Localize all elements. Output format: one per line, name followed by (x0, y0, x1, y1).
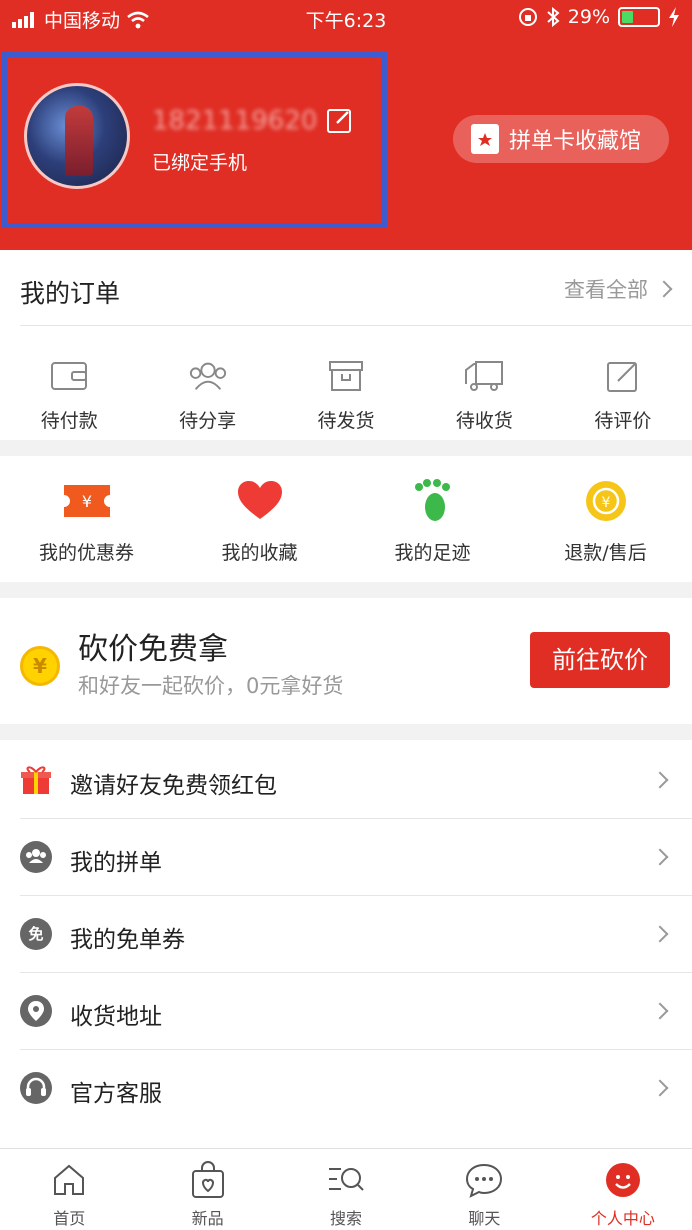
bargain-title: 砍价免费拿 (78, 632, 228, 667)
masked-phone: 1821119620 (152, 106, 318, 136)
battery-percent: 29% (567, 6, 610, 28)
chevron-right-icon (651, 771, 669, 789)
my-group-orders-item[interactable]: 我的拼单 (0, 819, 692, 896)
chevron-right-icon (651, 1079, 669, 1097)
battery-icon (618, 7, 660, 27)
orders-section: 我的订单 查看全部 待付款 待分享 待发货 待收货 待评价 (0, 250, 692, 440)
avatar[interactable] (24, 83, 130, 189)
heart-icon (237, 478, 283, 524)
svg-text:¥: ¥ (81, 492, 91, 511)
tab-search[interactable]: 搜索 (277, 1149, 415, 1230)
order-pending-review[interactable]: 待评价 (554, 340, 692, 440)
coin-icon: ¥ (20, 646, 60, 686)
user-center-icon (604, 1161, 642, 1199)
menu-item-label: 我的免单券 (70, 927, 185, 953)
charging-icon (669, 7, 679, 27)
edit-icon (603, 356, 643, 396)
edit-icon[interactable] (327, 109, 352, 133)
order-pending-receive[interactable]: 待收货 (415, 340, 553, 440)
phone-number: 1821119620 (152, 106, 352, 136)
bargain-subtitle: 和好友一起砍价，0元拿好货 (78, 674, 344, 698)
view-all-label: 查看全部 (564, 278, 648, 302)
my-footprints-shortcut[interactable]: 我的足迹 (346, 456, 519, 582)
group-order-icon (20, 841, 52, 873)
chevron-right-icon (651, 848, 669, 866)
tab-home[interactable]: 首页 (0, 1149, 138, 1230)
order-status-row: 待付款 待分享 待发货 待收货 待评价 (0, 340, 692, 440)
menu-item-label: 邀请好友免费领红包 (70, 773, 277, 799)
tab-label: 搜索 (330, 1209, 363, 1228)
menu-item-label: 官方客服 (70, 1081, 162, 1107)
tab-label: 首页 (53, 1209, 86, 1228)
orientation-lock-icon (518, 8, 537, 26)
menu-list: 邀请好友免费领红包 我的拼单 免 我的免单券 收货地址 官方客服 (0, 740, 692, 1148)
bargain-banner: ¥ 砍价免费拿 和好友一起砍价，0元拿好货 前往砍价 (0, 598, 692, 724)
customer-service-item[interactable]: 官方客服 (0, 1050, 692, 1127)
truck-icon (464, 356, 504, 396)
svg-text:¥: ¥ (601, 495, 610, 511)
footprint-icon (410, 478, 456, 524)
shipping-address-item[interactable]: 收货地址 (0, 973, 692, 1050)
tab-chat[interactable]: 聊天 (415, 1149, 553, 1230)
shortcut-label: 退款/售后 (564, 542, 647, 564)
order-pending-share[interactable]: 待分享 (138, 340, 276, 440)
order-status-label: 待发货 (317, 410, 375, 432)
order-status-label: 待收货 (455, 410, 513, 432)
order-status-label: 待付款 (40, 410, 98, 432)
chevron-right-icon (651, 1002, 669, 1020)
order-status-label: 待分享 (179, 410, 237, 432)
phone-bound-label: 已绑定手机 (152, 152, 248, 174)
tab-label: 个人中心 (590, 1209, 655, 1228)
go-bargain-button[interactable]: 前往砍价 (530, 632, 670, 688)
shortcut-label: 我的足迹 (394, 542, 471, 564)
refund-icon: ¥ (583, 478, 629, 524)
wallet-icon (49, 356, 89, 396)
free-coupon-icon: 免 (20, 918, 52, 950)
group-icon (188, 356, 228, 396)
my-favorites-shortcut[interactable]: 我的收藏 (173, 456, 346, 582)
bottom-tab-bar: 首页 新品 搜索 聊天 个人中心 (0, 1148, 692, 1230)
tab-label: 新品 (191, 1209, 224, 1228)
view-all-orders-link[interactable]: 查看全部 (564, 274, 673, 304)
orders-title: 我的订单 (20, 279, 121, 308)
profile-header: 中国移动 下午6:23 29% 1821119620 已绑定手机 拼单卡收藏馆 (0, 0, 692, 250)
order-pending-payment[interactable]: 待付款 (0, 340, 138, 440)
free-coupons-item[interactable]: 免 我的免单券 (0, 896, 692, 973)
search-icon (327, 1161, 365, 1199)
card-collection-label: 拼单卡收藏馆 (509, 129, 642, 154)
shortcut-label: 我的收藏 (221, 542, 298, 564)
bluetooth-icon (547, 7, 560, 27)
status-bar: 中国移动 下午6:23 29% (0, 0, 692, 36)
invite-friends-item[interactable]: 邀请好友免费领红包 (0, 742, 692, 819)
headset-icon (20, 1072, 52, 1104)
coupon-icon: ¥ (63, 478, 110, 524)
menu-item-label: 我的拼单 (70, 850, 162, 876)
gift-icon (20, 764, 52, 796)
tab-user-center[interactable]: 个人中心 (554, 1149, 692, 1230)
my-coupons-shortcut[interactable]: ¥ 我的优惠券 (0, 456, 173, 582)
chevron-right-icon (655, 280, 673, 298)
tab-label: 聊天 (468, 1209, 501, 1228)
box-icon (326, 356, 366, 396)
divider (20, 325, 692, 326)
refund-shortcut[interactable]: ¥ 退款/售后 (519, 456, 692, 582)
location-icon (20, 995, 52, 1027)
chat-icon (465, 1161, 503, 1199)
order-pending-ship[interactable]: 待发货 (277, 340, 415, 440)
order-status-label: 待评价 (594, 410, 652, 432)
home-icon (50, 1161, 88, 1199)
shopping-bag-icon (189, 1161, 227, 1199)
chevron-right-icon (651, 925, 669, 943)
menu-item-label: 收货地址 (70, 1004, 162, 1030)
shortcut-label: 我的优惠券 (38, 542, 134, 564)
card-collection-icon (471, 124, 499, 154)
tab-new[interactable]: 新品 (138, 1149, 276, 1230)
shortcuts-section: ¥ 我的优惠券 我的收藏 我的足迹 ¥ 退款/售后 (0, 456, 692, 582)
card-collection-button[interactable]: 拼单卡收藏馆 (453, 115, 669, 163)
